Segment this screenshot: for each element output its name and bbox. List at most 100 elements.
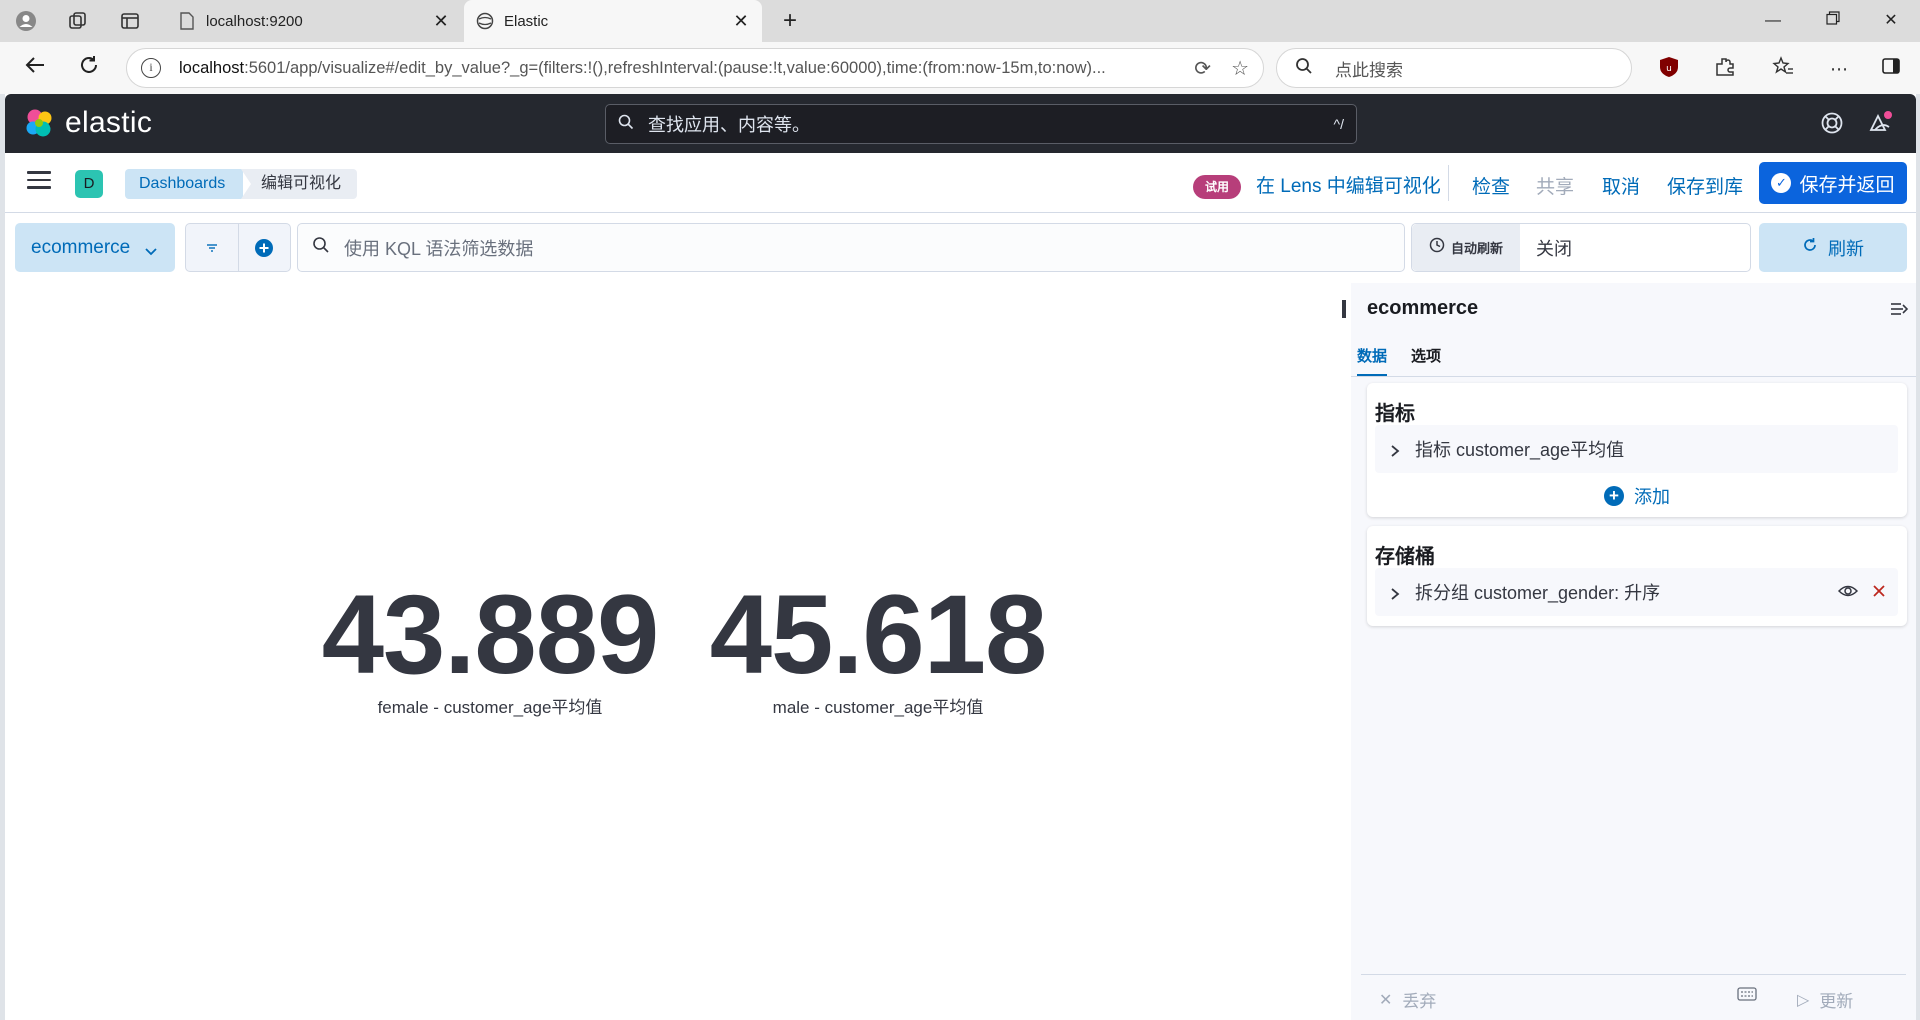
check-icon: ✓ xyxy=(1771,173,1792,193)
tab-title: localhost:9200 xyxy=(206,12,303,30)
beta-badge: 试用 xyxy=(1193,175,1242,199)
keyboard-icon[interactable] xyxy=(1737,987,1757,1001)
url-path: :5601/app/visualize#/edit_by_value?_g=(f… xyxy=(244,58,1106,77)
eye-icon[interactable] xyxy=(1837,582,1859,603)
keyboard-shortcut-hint: ^/ xyxy=(1333,116,1344,132)
kql-search-input[interactable]: 使用 KQL 语法筛选数据 xyxy=(297,223,1405,272)
close-icon[interactable]: ✕ xyxy=(432,11,450,32)
share-button[interactable]: 共享 xyxy=(1536,172,1574,199)
save-to-library-button[interactable]: 保存到库 xyxy=(1667,172,1743,199)
kibana-top-nav: D Dashboards 编辑可视化 试用 在 Lens 中编辑可视化 检查 共… xyxy=(5,153,1916,213)
search-icon xyxy=(1295,57,1313,80)
profile-icon[interactable] xyxy=(12,8,40,34)
newsfeed-icon[interactable] xyxy=(1865,108,1895,138)
browser-address-bar: i localhost :5601/app/visualize#/edit_by… xyxy=(0,42,1920,94)
data-view-name: ecommerce xyxy=(31,236,131,258)
favorites-icon[interactable] xyxy=(1770,56,1796,82)
browser-tab-inactive[interactable]: localhost:9200 ✕ xyxy=(166,0,462,42)
favorite-star-icon[interactable]: ☆ xyxy=(1231,56,1249,81)
search-icon xyxy=(618,114,634,135)
close-icon: ✕ xyxy=(1379,991,1393,1009)
refresh-icon xyxy=(1802,237,1818,258)
chevron-right-icon xyxy=(1389,442,1401,457)
discard-button[interactable]: ✕ 丢弃 xyxy=(1379,987,1436,1012)
play-icon: ▷ xyxy=(1797,991,1810,1009)
bucket-agg-item[interactable]: 拆分组 customer_gender: 升序 xyxy=(1375,568,1898,616)
query-bar: ecommerce 使用 KQL 语法筛选数据 自动刷新 关闭 刷新 xyxy=(5,213,1916,276)
url-host: localhost xyxy=(179,58,245,77)
global-search-field[interactable]: 查找应用、内容等。 ^/ xyxy=(605,104,1357,144)
bucket-agg-label: 拆分组 customer_gender: 升序 xyxy=(1415,583,1661,603)
cancel-button[interactable]: 取消 xyxy=(1602,172,1640,199)
chevron-down-icon xyxy=(144,242,157,255)
global-search-placeholder: 查找应用、内容等。 xyxy=(648,115,810,135)
tab-options[interactable]: 选项 xyxy=(1411,345,1441,374)
restore-icon[interactable] xyxy=(1818,8,1848,34)
filter-controls xyxy=(185,223,291,272)
plus-circle-icon xyxy=(255,238,274,257)
logo-text: elastic xyxy=(65,106,153,139)
site-info-icon[interactable]: i xyxy=(141,58,161,78)
breadcrumb-edit-visualization: 编辑可视化 xyxy=(241,169,358,199)
chevron-right-icon xyxy=(1389,585,1401,600)
elastic-favicon-icon xyxy=(476,12,494,30)
add-filter-button[interactable] xyxy=(237,224,291,271)
elastic-logo[interactable]: elastic xyxy=(23,106,152,140)
metric-agg-item[interactable]: 指标 customer_age平均值 xyxy=(1375,425,1898,473)
add-metric-button[interactable]: + 添加 xyxy=(1367,483,1907,509)
search-icon xyxy=(312,236,330,259)
space-avatar[interactable]: D xyxy=(75,170,103,198)
metric-female: 43.889 female - customer_age平均值 xyxy=(305,579,675,718)
kql-placeholder: 使用 KQL 语法筛选数据 xyxy=(344,238,534,259)
menu-icon[interactable] xyxy=(27,171,51,191)
translate-icon[interactable]: ⟳ xyxy=(1194,56,1211,81)
edit-in-lens-link[interactable]: 在 Lens 中编辑可视化 xyxy=(1256,171,1441,198)
remove-icon[interactable] xyxy=(1872,582,1886,603)
metric-value: 45.618 xyxy=(709,572,1048,697)
clock-icon xyxy=(1429,237,1445,258)
search-placeholder: 点此搜索 xyxy=(1335,60,1403,80)
auto-refresh-control[interactable]: 自动刷新 关闭 xyxy=(1411,223,1751,272)
panel-tabs: 数据 选项 xyxy=(1351,337,1916,377)
metric-agg-label: 指标 customer_age平均值 xyxy=(1415,440,1625,460)
inspect-button[interactable]: 检查 xyxy=(1472,172,1510,199)
divider xyxy=(1448,165,1449,201)
page-icon xyxy=(178,12,196,30)
workspaces-icon[interactable] xyxy=(64,8,92,34)
minimize-icon[interactable]: — xyxy=(1758,8,1788,34)
window-close-icon[interactable]: ✕ xyxy=(1876,8,1906,34)
tab-actions-icon[interactable] xyxy=(116,8,144,34)
new-tab-icon[interactable]: + xyxy=(776,8,804,34)
save-and-return-button[interactable]: ✓ 保存并返回 xyxy=(1759,162,1907,204)
collapse-panel-icon[interactable] xyxy=(1889,299,1909,319)
refresh-label: 刷新 xyxy=(1828,238,1864,259)
sidebar-toggle-icon[interactable] xyxy=(1878,56,1904,82)
browser-search-field[interactable]: 点此搜索 xyxy=(1276,48,1632,88)
tab-data[interactable]: 数据 xyxy=(1357,345,1388,376)
panel-footer: ✕ 丢弃 ▷ 更新 xyxy=(1361,974,1906,1020)
save-and-return-label: 保存并返回 xyxy=(1799,174,1895,196)
browser-tab-bar: localhost:9200 ✕ Elastic ✕ + — ✕ xyxy=(0,0,1920,42)
more-menu-icon[interactable]: ⋯ xyxy=(1826,56,1852,82)
url-field[interactable]: i localhost :5601/app/visualize#/edit_by… xyxy=(126,48,1264,88)
visualization-workspace: 43.889 female - customer_age平均值 45.618 m… xyxy=(5,283,1345,1020)
help-icon[interactable] xyxy=(1817,108,1847,138)
extensions-icon[interactable] xyxy=(1712,56,1738,82)
breadcrumb-dashboards[interactable]: Dashboards xyxy=(125,169,244,199)
back-icon[interactable] xyxy=(20,54,50,84)
panel-title: ecommerce xyxy=(1367,297,1479,319)
update-button[interactable]: ▷ 更新 xyxy=(1797,987,1853,1012)
ublock-extension-icon[interactable]: u xyxy=(1656,56,1682,82)
plus-circle-icon: + xyxy=(1604,486,1624,506)
section-title: 存储桶 xyxy=(1375,546,1435,568)
close-icon[interactable]: ✕ xyxy=(732,11,750,32)
kibana-app: elastic 查找应用、内容等。 ^/ D Dashboards 编辑可视化 … xyxy=(5,94,1916,1020)
refresh-button[interactable]: 刷新 xyxy=(1759,223,1907,272)
panel-resize-handle[interactable] xyxy=(1342,300,1346,318)
data-view-picker[interactable]: ecommerce xyxy=(15,223,175,272)
browser-tab-active[interactable]: Elastic ✕ xyxy=(464,0,762,42)
filter-icon xyxy=(206,243,217,252)
filter-menu-button[interactable] xyxy=(186,224,238,271)
tab-title: Elastic xyxy=(504,12,549,30)
reload-icon[interactable] xyxy=(74,54,104,84)
